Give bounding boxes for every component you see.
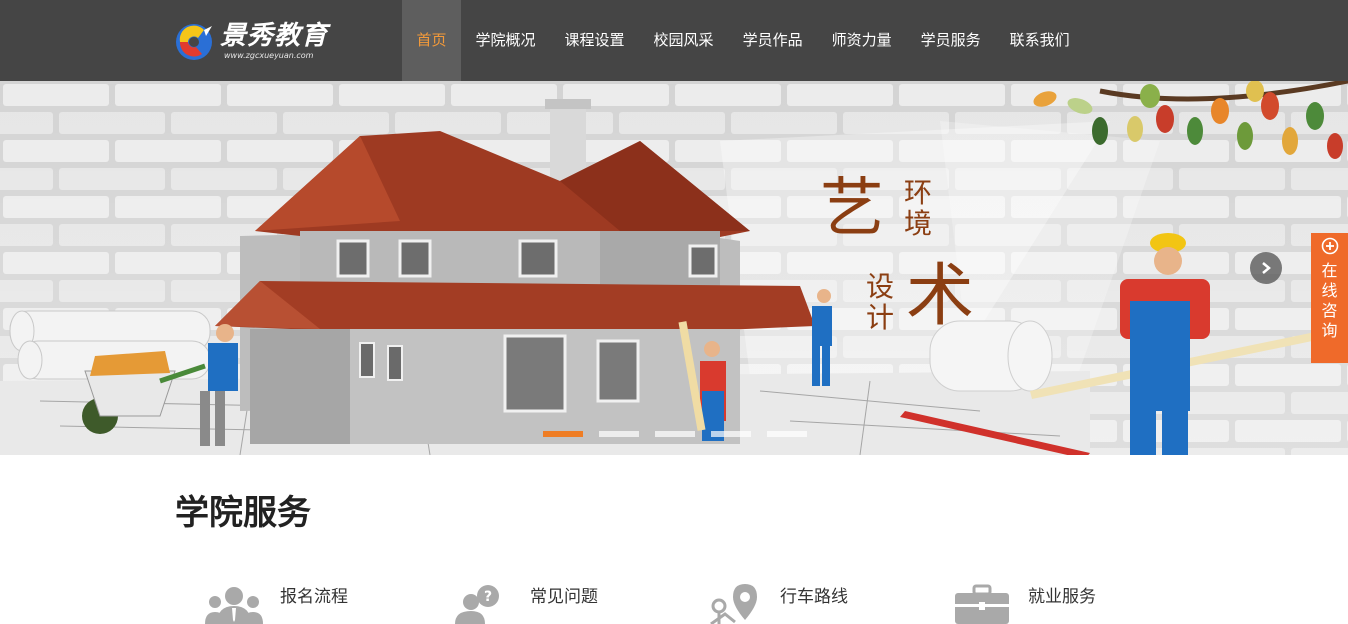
nav-item-teachers[interactable]: 师资力量: [817, 0, 906, 81]
service-label: 就业服务: [1028, 587, 1096, 607]
briefcase-icon: [955, 584, 1009, 624]
online-consult-label: 在线咨询: [1321, 261, 1338, 340]
banner-title-art: 艺 环境 设计 术: [816, 171, 1016, 361]
plus-circle-icon: [1321, 237, 1338, 255]
service-label: 常见问题: [530, 587, 598, 607]
banner-dot-2[interactable]: [599, 431, 639, 437]
service-label: 行车路线: [780, 587, 848, 607]
banner-dot-3[interactable]: [655, 431, 695, 437]
banner-title-char-yi: 艺: [820, 172, 884, 246]
nav-item-courses[interactable]: 课程设置: [550, 0, 639, 81]
banner-illustration: [0, 81, 1348, 455]
main-nav: 首页 学院概况 课程设置 校园风采 学员作品 师资力量 学员服务 联系我们: [402, 0, 1084, 81]
banner-dot-4[interactable]: [711, 431, 751, 437]
nav-item-campus[interactable]: 校园风采: [639, 0, 728, 81]
hero-banner[interactable]: 艺 环境 设计 术: [0, 81, 1348, 455]
online-consult-button[interactable]: 在线咨询: [1311, 233, 1348, 363]
site-logo[interactable]: 景秀教育 www.zgcxueyuan.com: [172, 16, 332, 66]
svg-text:?: ?: [484, 589, 492, 605]
banner-title-environment: 环境: [904, 176, 933, 240]
nav-item-works[interactable]: 学员作品: [728, 0, 817, 81]
site-header: 景秀教育 www.zgcxueyuan.com 首页 学院概况 课程设置 校园风…: [0, 0, 1348, 81]
nav-item-contact[interactable]: 联系我们: [995, 0, 1084, 81]
logo-mark-icon: [176, 24, 212, 60]
banner-pagination: [543, 431, 823, 437]
users-icon: [205, 587, 263, 624]
banner-title-char-shu: 术: [906, 257, 975, 336]
question-user-icon: ?: [455, 585, 499, 624]
service-label: 报名流程: [280, 587, 348, 607]
map-pin-icon: [710, 584, 757, 624]
section-title-services: 学院服务: [175, 493, 311, 533]
nav-item-student-services[interactable]: 学员服务: [906, 0, 995, 81]
banner-dot-5[interactable]: [767, 431, 807, 437]
chevron-right-icon: [1262, 262, 1271, 274]
nav-item-home[interactable]: 首页: [402, 0, 462, 81]
banner-dot-1[interactable]: [543, 431, 583, 437]
nav-item-overview[interactable]: 学院概况: [461, 0, 550, 81]
logo-name: 景秀教育: [220, 20, 329, 51]
logo-url: www.zgcxueyuan.com: [224, 50, 314, 60]
banner-next-button[interactable]: [1250, 252, 1282, 284]
banner-title-design: 设计: [866, 270, 895, 334]
